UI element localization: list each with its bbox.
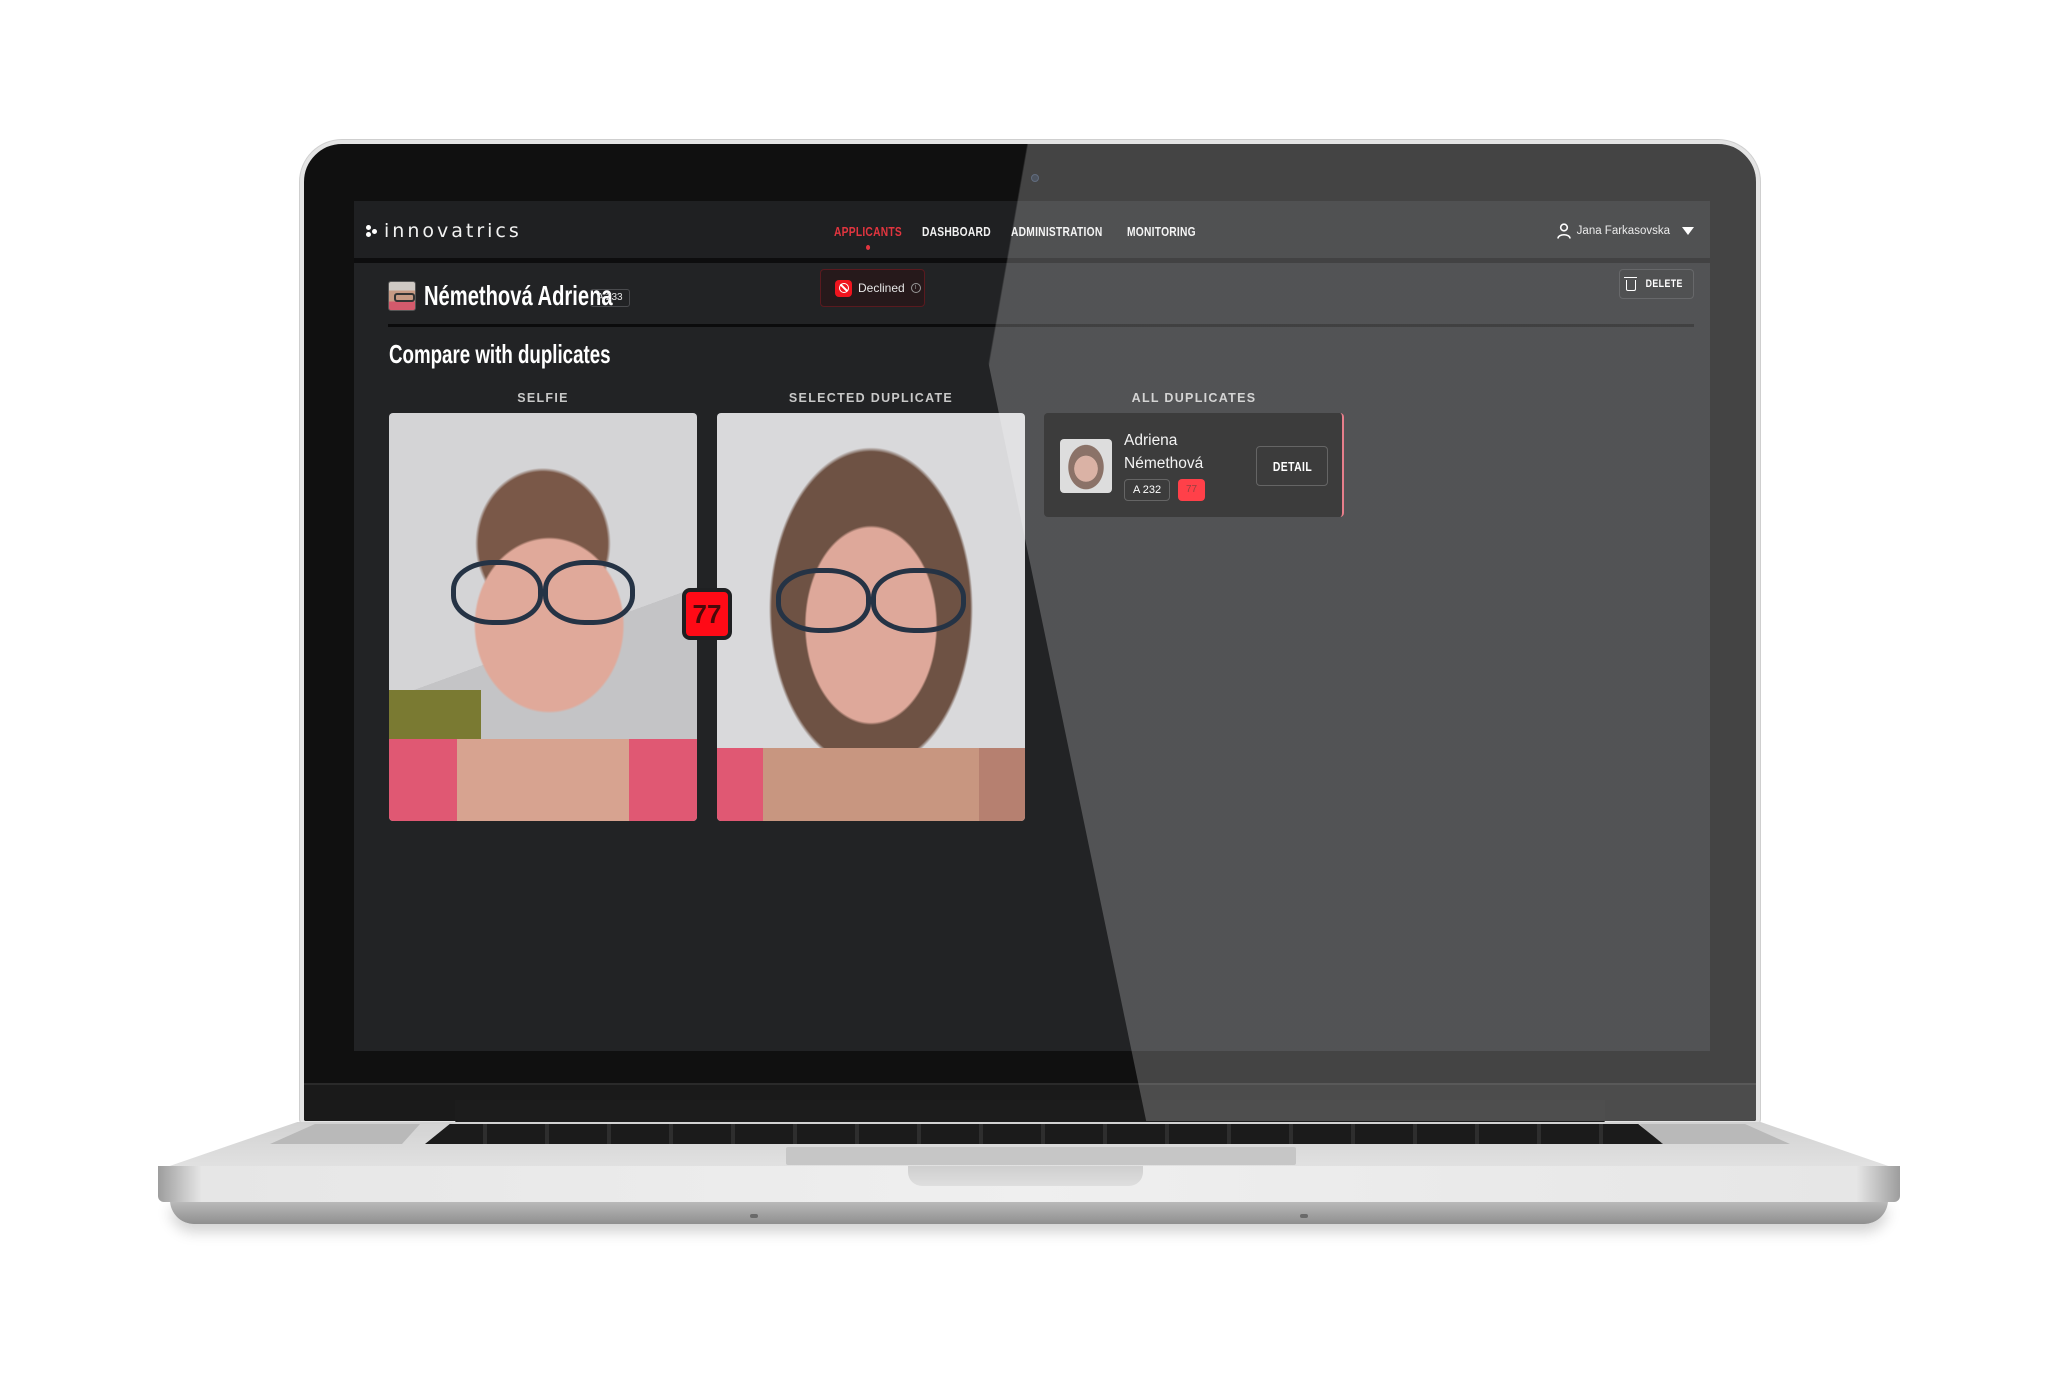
caret-down-icon <box>1682 227 1694 235</box>
status-label: Declined <box>858 281 905 295</box>
nav-label: DASHBOARD <box>921 225 991 239</box>
block-icon <box>835 279 852 297</box>
trash-icon <box>1623 276 1637 291</box>
selected-duplicate-photo <box>717 413 1025 821</box>
user-name: Jana Farkasovska <box>1576 225 1670 237</box>
selfie-label: SELFIE <box>517 391 569 405</box>
nav-administration[interactable]: ADMINISTRATION <box>1011 225 1103 239</box>
nav-applicants[interactable]: APPLICANTS <box>834 225 902 250</box>
nav-label: ADMINISTRATION <box>1010 225 1103 239</box>
glasses-left <box>450 559 543 626</box>
webcam <box>1031 174 1039 182</box>
nav-dashboard[interactable]: DASHBOARD <box>922 225 991 239</box>
delete-button[interactable]: DELETE <box>1619 269 1694 299</box>
selfie-photo <box>389 413 697 821</box>
user-menu[interactable]: Jana Farkasovska <box>1556 223 1694 239</box>
trackpad <box>786 1147 1296 1165</box>
status-badge: Declined i <box>820 269 925 307</box>
duplicate-last-name: Némethová <box>1124 455 1204 472</box>
glasses-left <box>775 568 871 634</box>
duplicate-name: Adriena Némethová <box>1124 429 1203 475</box>
laptop-base-bottom <box>170 1200 1888 1224</box>
laptop-foot <box>1300 1214 1308 1218</box>
duplicate-avatar <box>1060 439 1112 493</box>
glasses-right <box>543 559 636 626</box>
app-screen: innovatrics APPLICANTS DASHBOARD ADMINIS… <box>354 201 1710 1051</box>
delete-label: DELETE <box>1645 278 1683 290</box>
section-title: Compare with duplicates <box>389 339 611 369</box>
keyboard <box>425 1124 1663 1144</box>
applicant-id-badge: A 233 <box>590 289 630 307</box>
brand-logo[interactable]: innovatrics <box>366 220 522 242</box>
applicant-name: Némethová Adriena <box>424 280 613 311</box>
selected-duplicate-label: SELECTED DUPLICATE <box>788 391 954 405</box>
laptop-foot <box>750 1214 758 1218</box>
active-indicator <box>866 245 871 250</box>
applicant-header: Némethová Adriena A 233 Declined i DELET… <box>388 269 1694 327</box>
duplicate-score-badge: 77 <box>1178 479 1205 501</box>
brand-name: innovatrics <box>384 220 522 242</box>
detail-label: DETAIL <box>1272 458 1312 474</box>
user-icon <box>1556 223 1571 239</box>
all-duplicates-label: ALL DUPLICATES <box>1131 391 1257 405</box>
match-score-badge: 77 <box>682 588 732 640</box>
logo-icon <box>366 225 378 237</box>
main-nav: APPLICANTS DASHBOARD ADMINISTRATION MONI… <box>834 225 1197 250</box>
lid-notch <box>908 1166 1143 1186</box>
nav-monitoring[interactable]: MONITORING <box>1127 225 1196 239</box>
applicant-avatar <box>388 281 416 311</box>
glasses-right <box>871 568 967 634</box>
duplicate-id-badge: A 232 <box>1124 479 1171 501</box>
info-icon[interactable]: i <box>910 283 921 293</box>
laptop-hinge <box>455 1100 1605 1124</box>
top-navigation-bar: innovatrics APPLICANTS DASHBOARD ADMINIS… <box>354 201 1710 263</box>
duplicate-first-name: Adriena <box>1124 432 1178 449</box>
duplicate-card[interactable]: Adriena Némethová A 232 77 DETAIL <box>1044 413 1344 517</box>
laptop-lid: innovatrics APPLICANTS DASHBOARD ADMINIS… <box>300 140 1760 1125</box>
nav-label: APPLICANTS <box>834 225 902 239</box>
detail-button[interactable]: DETAIL <box>1256 446 1328 486</box>
nav-label: MONITORING <box>1127 225 1197 239</box>
